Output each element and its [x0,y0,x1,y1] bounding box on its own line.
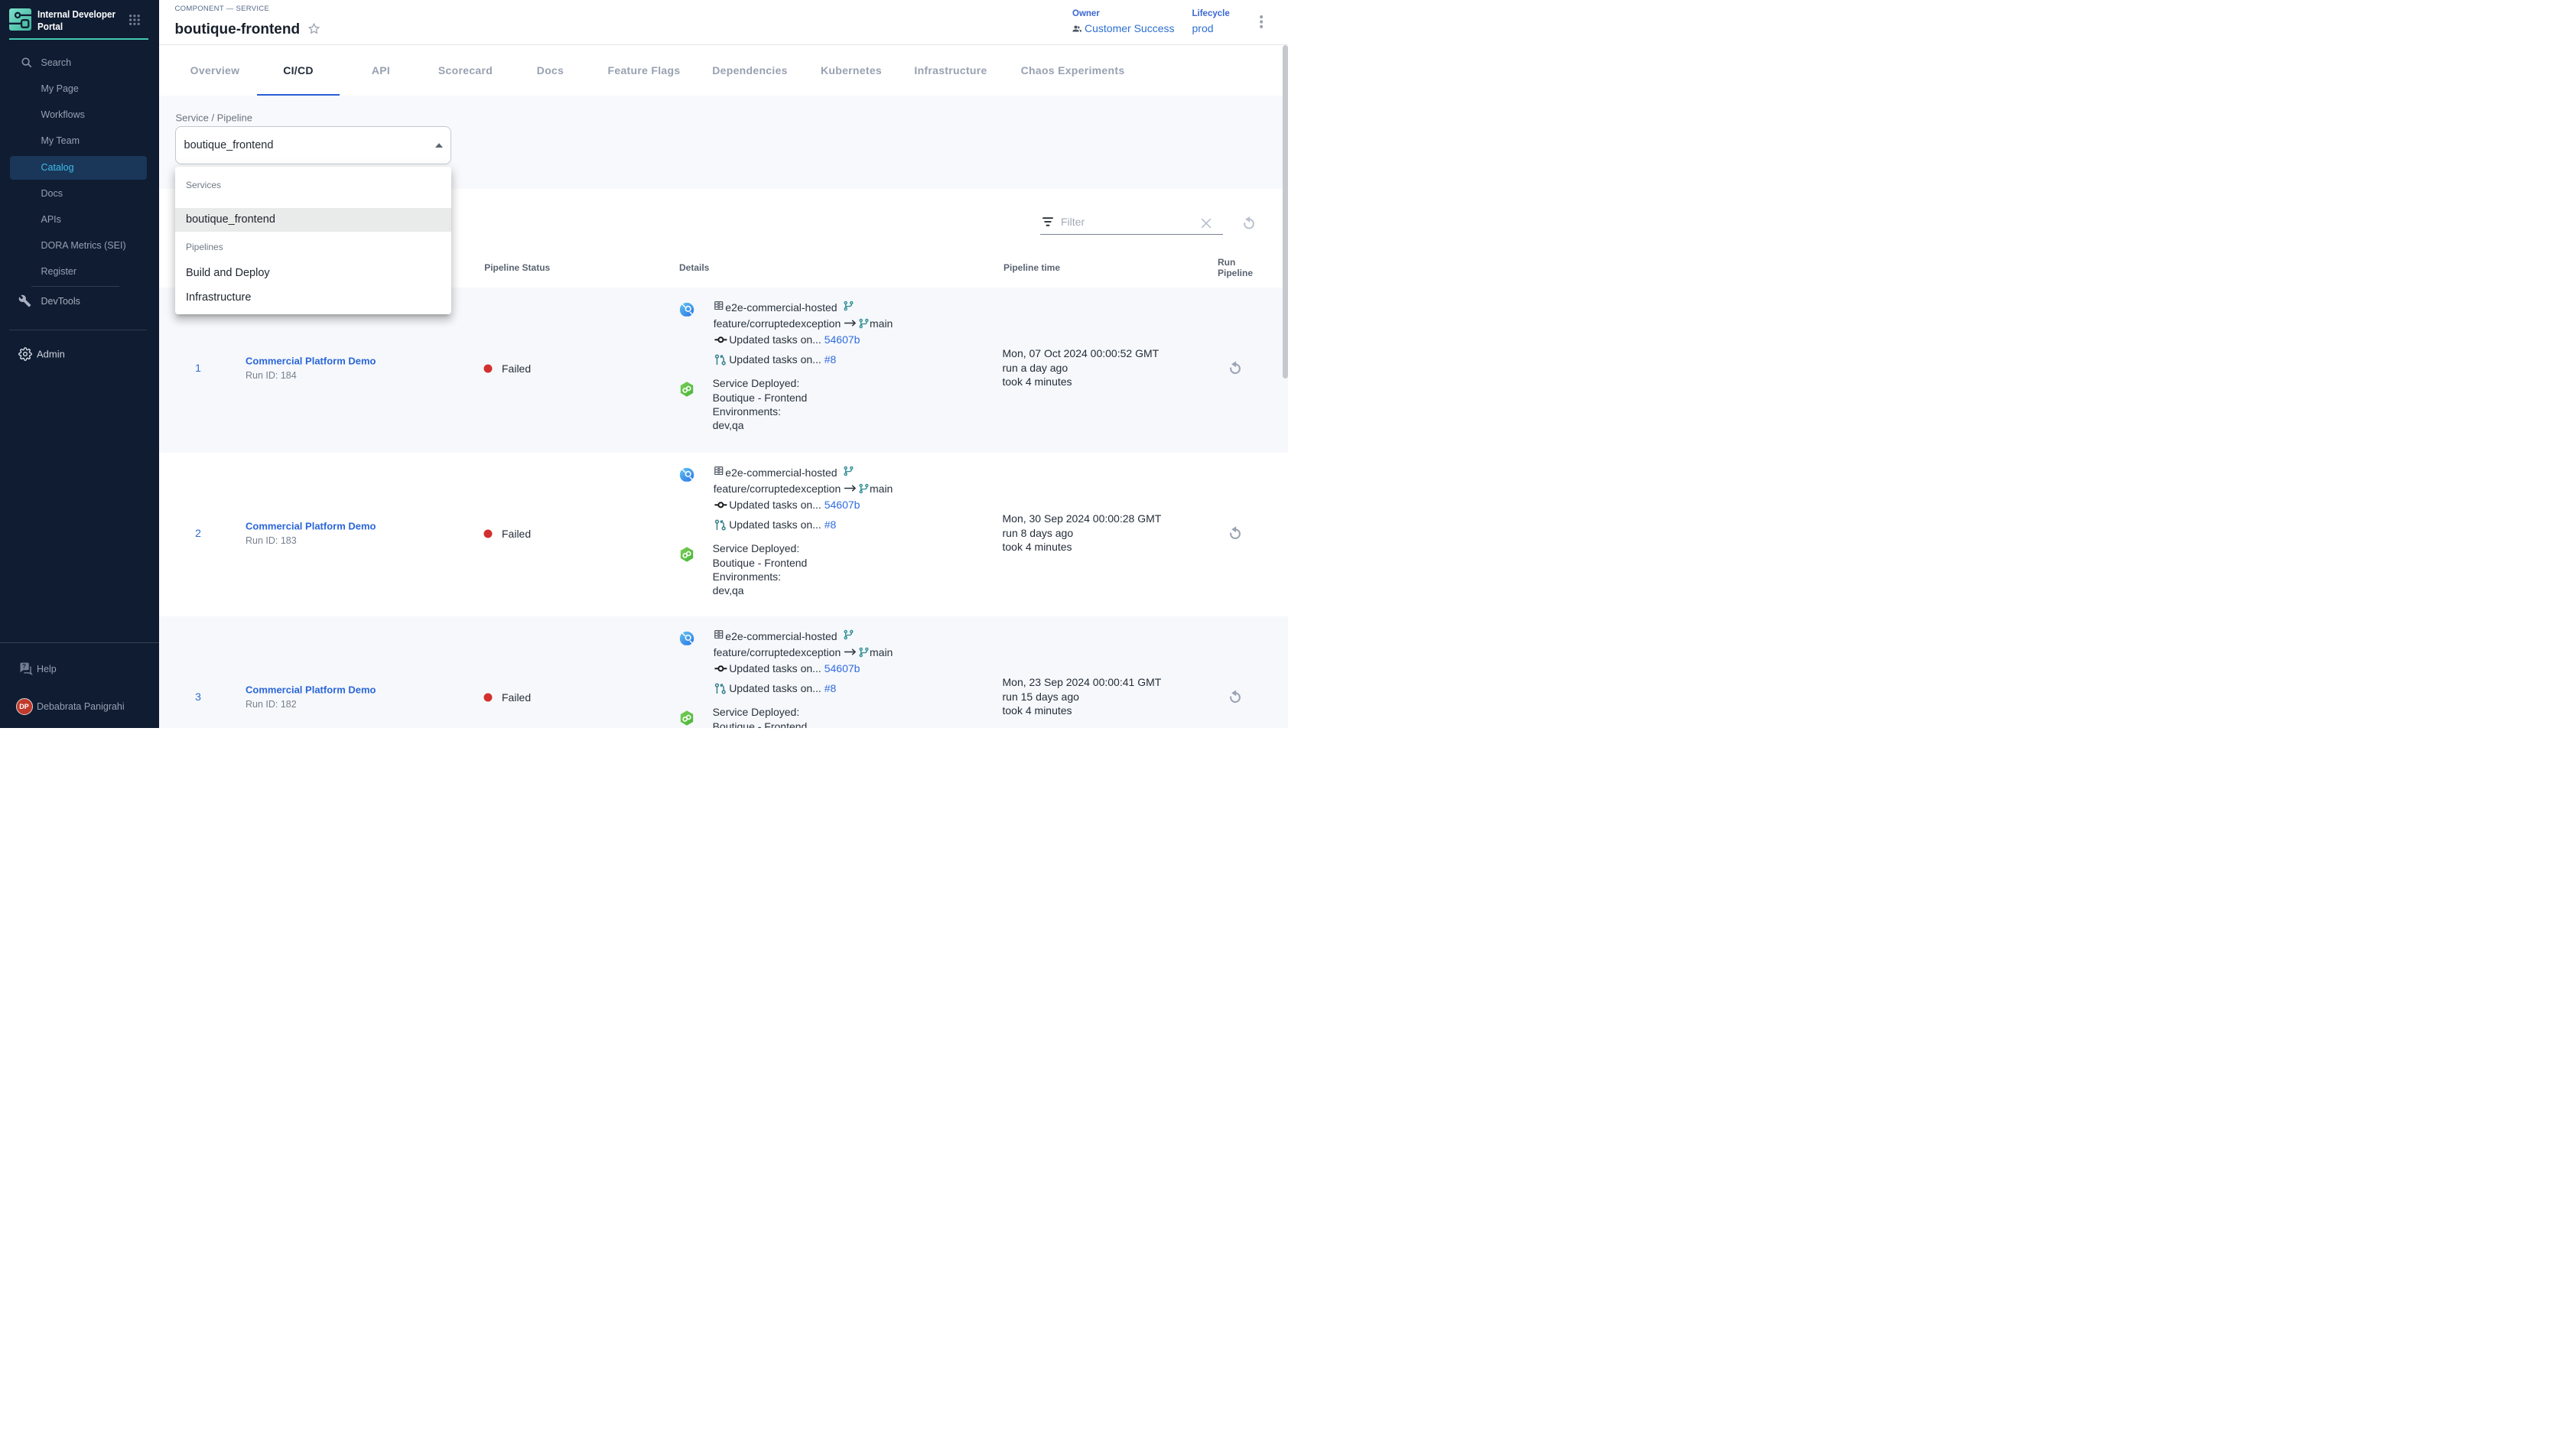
svg-text:?: ? [22,662,26,670]
